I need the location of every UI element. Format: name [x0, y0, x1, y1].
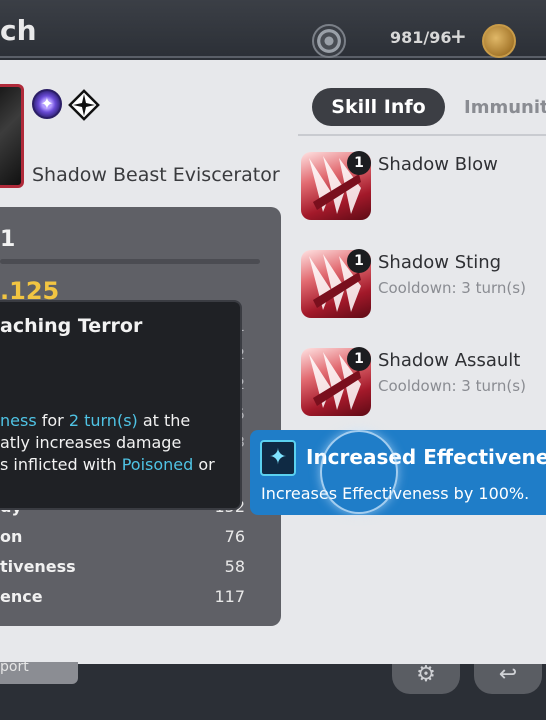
skill-level-badge: 1	[347, 249, 371, 273]
tooltip-text: atly increases damage	[0, 433, 182, 452]
tooltip-title: aching Terror	[0, 315, 143, 337]
tooltip-body: ness for 2 turn(s) at the atly increases…	[0, 410, 236, 476]
tooltip-text: at the	[137, 411, 191, 430]
stamina-counter: 981/96	[390, 28, 452, 47]
gold-coin-icon[interactable]	[482, 24, 516, 58]
purple-star-badge-icon[interactable]: ✦	[32, 89, 62, 119]
keyword: ness	[0, 411, 37, 430]
bottom-bar	[0, 664, 546, 720]
tab-skill-info[interactable]: Skill Info	[312, 88, 445, 126]
back-arrow-icon[interactable]: ↩	[474, 664, 542, 694]
tab-divider	[298, 134, 546, 136]
tooltip-text: or	[193, 455, 215, 474]
skill-level-badge: 1	[347, 151, 371, 175]
stat-value: 76	[224, 527, 245, 546]
skill-name[interactable]: Shadow Blow	[378, 154, 498, 175]
effectiveness-buff-icon: ✦	[260, 440, 296, 476]
settings-gear-icon[interactable]	[312, 24, 346, 58]
top-bar: ch 981/96 +	[0, 0, 546, 58]
stat-label: ence	[0, 587, 43, 606]
tooltip-text: s inflicted with	[0, 455, 122, 474]
report-button[interactable]: port	[0, 662, 78, 684]
stat-value: 117	[214, 587, 245, 606]
cross-diamond-badge-icon[interactable]	[68, 89, 100, 121]
hero-level: 1	[0, 227, 16, 252]
buff-info-popup[interactable]: ✦ Increased Effectiveness Increases Effe…	[250, 430, 546, 515]
touch-indicator	[320, 430, 398, 514]
stat-row: ence 117	[0, 587, 260, 611]
tooltip-text: for	[36, 411, 69, 430]
skill-name[interactable]: Shadow Assault	[378, 350, 520, 371]
skill-name[interactable]: Shadow Sting	[378, 252, 501, 273]
level-progress-bar	[0, 259, 260, 264]
add-stamina-button[interactable]: +	[450, 24, 467, 48]
hero-portrait[interactable]	[0, 84, 24, 188]
keyword: 2 turn(s)	[68, 411, 138, 430]
keyword: Poisoned	[121, 455, 194, 474]
stat-label: tiveness	[0, 557, 76, 576]
page-title: ch	[0, 14, 37, 47]
skill-cooldown: Cooldown: 3 turn(s)	[378, 279, 526, 297]
stat-row: on 76	[0, 527, 260, 551]
skill-cooldown: Cooldown: 3 turn(s)	[378, 377, 526, 395]
stat-row: tiveness 58	[0, 557, 260, 581]
skill-level-badge: 1	[347, 347, 371, 371]
skill-tooltip: aching Terror ness for 2 turn(s) at the …	[0, 300, 242, 510]
tab-immunity[interactable]: Immunity	[464, 97, 546, 118]
stat-value: 58	[224, 557, 245, 576]
stat-label: on	[0, 527, 23, 546]
settings-gear-icon[interactable]: ⚙	[392, 664, 460, 694]
hero-name: Shadow Beast Eviscerator	[32, 164, 280, 186]
